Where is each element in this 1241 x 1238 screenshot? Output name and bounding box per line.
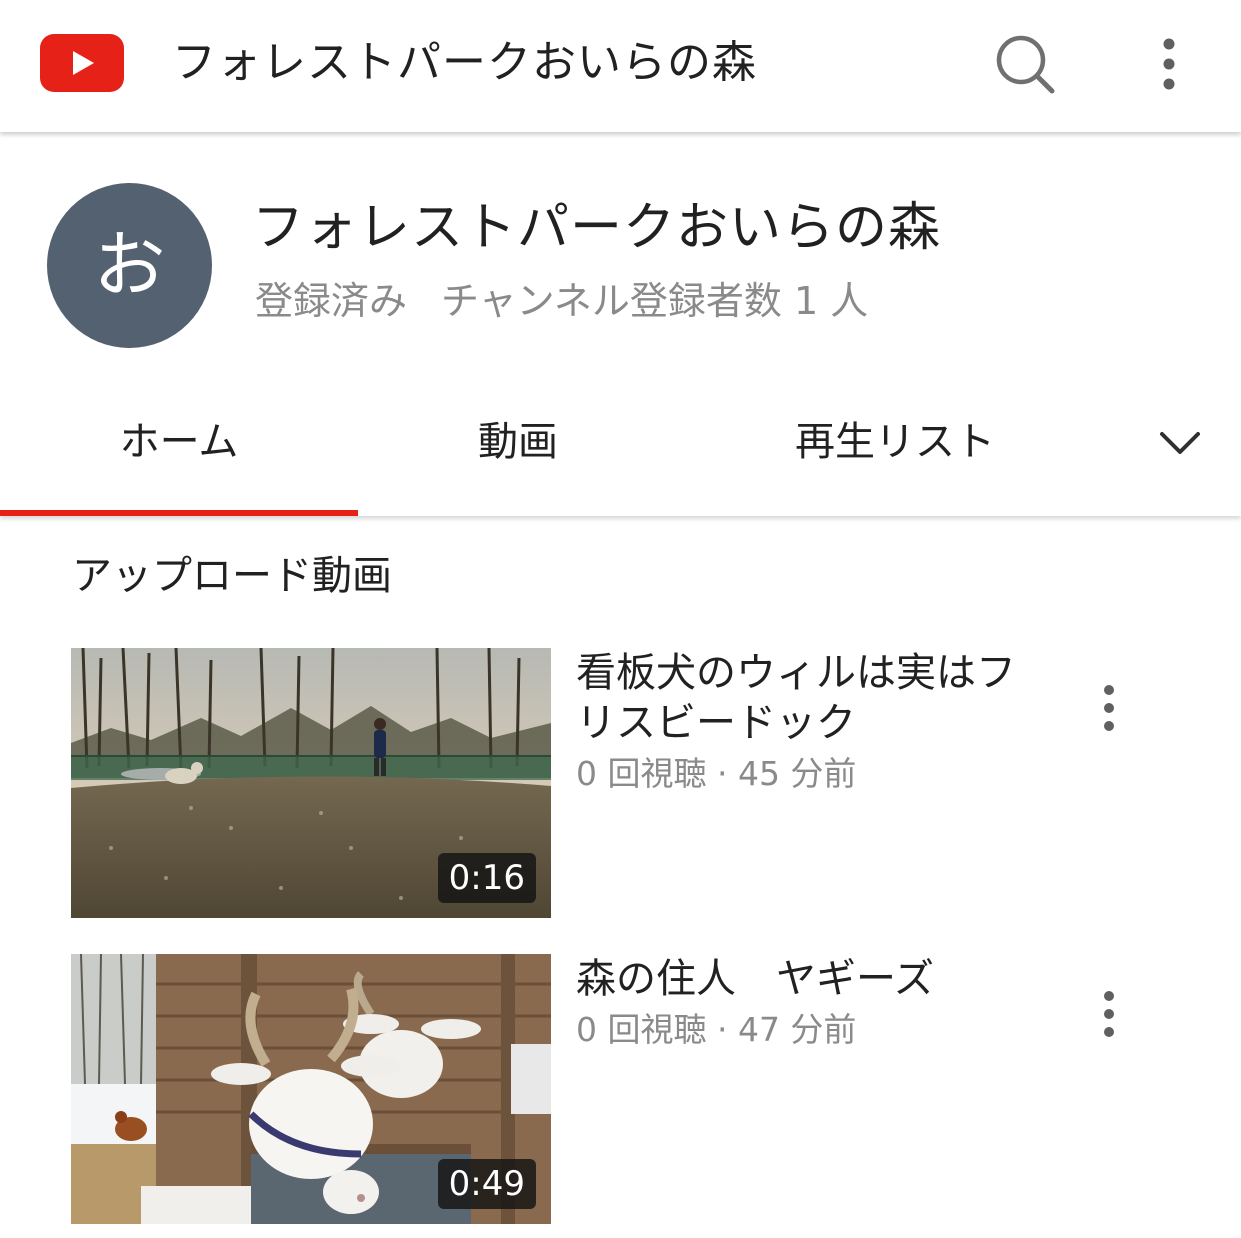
tab-videos[interactable]: 動画: [358, 380, 678, 508]
subscribed-label: 登録済み: [255, 279, 408, 323]
subscriber-count: チャンネル登録者数 1 人: [441, 279, 869, 323]
search-icon[interactable]: [990, 30, 1060, 100]
more-vert-icon[interactable]: [1090, 680, 1128, 736]
chevron-down-icon[interactable]: [1150, 420, 1210, 470]
channel-meta: 登録済み チャンネル登録者数 1 人: [255, 276, 868, 326]
channel-avatar: お: [47, 183, 212, 348]
more-vert-icon[interactable]: [1148, 34, 1190, 94]
video-thumbnail[interactable]: 0:49: [71, 954, 551, 1224]
video-meta: 0 回視聴 · 45 分前: [576, 754, 857, 793]
video-item[interactable]: 0:16 看板犬のウィルは実はフリスビードック 0 回視聴 · 45 分前: [0, 648, 1241, 918]
video-thumbnail[interactable]: 0:16: [71, 648, 551, 918]
video-item[interactable]: 0:49 森の住人 ヤギーズ 0 回視聴 · 47 分前: [0, 954, 1241, 1224]
video-duration: 0:49: [437, 1159, 536, 1209]
video-duration: 0:16: [437, 853, 536, 903]
video-title[interactable]: 看板犬のウィルは実はフリスビードック: [576, 648, 1046, 748]
app-bar: フォレストパークおいらの森: [0, 0, 1241, 132]
app-bar-title: フォレストパークおいらの森: [172, 37, 757, 88]
tab-selected-indicator: [0, 510, 358, 516]
youtube-logo-icon[interactable]: [40, 34, 124, 92]
more-vert-icon[interactable]: [1090, 986, 1128, 1042]
tab-home[interactable]: ホーム: [0, 380, 358, 508]
tab-playlists[interactable]: 再生リスト: [740, 380, 1050, 508]
video-meta: 0 回視聴 · 47 分前: [576, 1010, 857, 1049]
channel-name: フォレストパークおいらの森: [252, 198, 942, 258]
video-title[interactable]: 森の住人 ヤギーズ: [576, 954, 1046, 1004]
section-title: アップロード動画: [72, 553, 392, 599]
channel-tabs: ホーム 動画 再生リスト: [0, 380, 1241, 516]
